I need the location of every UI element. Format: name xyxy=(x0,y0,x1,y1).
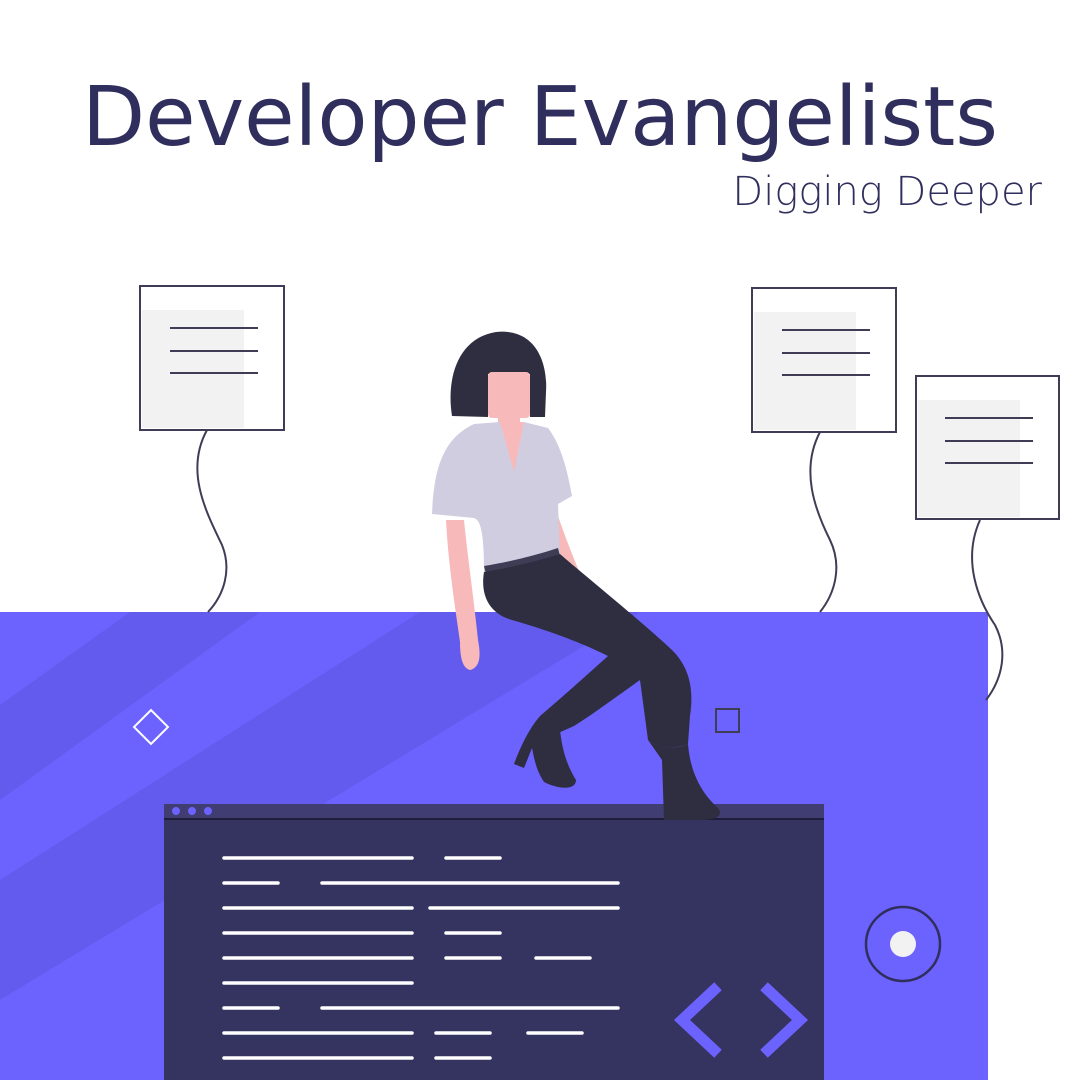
paper-string-left xyxy=(196,429,228,613)
window-dot-3 xyxy=(204,807,212,815)
window-dot-1 xyxy=(172,807,180,815)
paper-left xyxy=(139,285,285,431)
paper-string-mid xyxy=(809,431,838,613)
paper-mid xyxy=(751,287,897,433)
paper-right xyxy=(915,375,1060,520)
code-window xyxy=(164,804,824,1080)
social-graphic: Developer Evangelists Digging Deeper xyxy=(0,0,1080,1080)
window-dot-2 xyxy=(188,807,196,815)
developer-illustration xyxy=(0,285,1060,1080)
